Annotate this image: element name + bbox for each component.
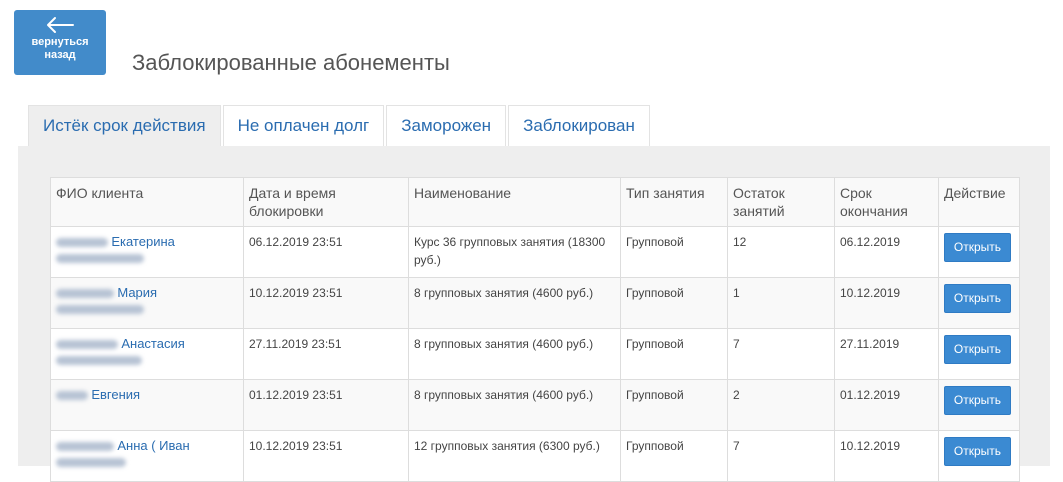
open-button[interactable]: Открыть xyxy=(944,386,1011,415)
redacted-surname xyxy=(56,289,114,299)
subscription-name-cell: Курс 36 групповых занятия (18300 руб.) xyxy=(408,226,621,278)
client-cell: Анастасия xyxy=(50,328,244,380)
blocked-at-cell: 06.12.2019 23:51 xyxy=(243,226,409,278)
column-header-remaining: Остаток занятий xyxy=(727,177,835,227)
column-header-action: Действие xyxy=(938,177,1020,227)
redacted-surname xyxy=(56,238,108,248)
table-row: Екатерина 06.12.2019 23:51 Курс 36 групп… xyxy=(50,226,1020,278)
column-header-type: Тип занятия xyxy=(620,177,728,227)
table-row: Анна ( Иван 10.12.2019 23:51 12 групповы… xyxy=(50,430,1020,482)
tab-blocked[interactable]: Заблокирован xyxy=(508,105,650,146)
client-cell: Екатерина xyxy=(50,226,244,278)
end-date-cell: 27.11.2019 xyxy=(834,328,939,380)
client-link[interactable]: Мария xyxy=(117,285,157,300)
action-cell: Открыть xyxy=(938,277,1020,329)
type-cell: Групповой xyxy=(620,430,728,482)
action-cell: Открыть xyxy=(938,430,1020,482)
blocked-at-cell: 10.12.2019 23:51 xyxy=(243,277,409,329)
redacted-patronymic xyxy=(56,254,144,263)
open-button[interactable]: Открыть xyxy=(944,233,1011,262)
open-button[interactable]: Открыть xyxy=(944,437,1011,466)
remaining-cell: 12 xyxy=(727,226,835,278)
table-row: Евгения 01.12.2019 23:51 8 групповых зан… xyxy=(50,379,1020,431)
client-link[interactable]: Екатерина xyxy=(111,234,175,249)
remaining-cell: 2 xyxy=(727,379,835,431)
page-title: Заблокированные абонементы xyxy=(132,50,450,75)
client-link[interactable]: Евгения xyxy=(91,387,140,402)
remaining-cell: 7 xyxy=(727,430,835,482)
end-date-cell: 01.12.2019 xyxy=(834,379,939,431)
open-button[interactable]: Открыть xyxy=(944,335,1011,364)
arrow-left-icon xyxy=(47,17,74,33)
tab-unpaid-debt[interactable]: Не оплачен долг xyxy=(222,105,385,146)
redacted-patronymic xyxy=(56,458,126,467)
subscription-name-cell: 8 групповых занятия (4600 руб.) xyxy=(408,277,621,329)
table-row: Мария 10.12.2019 23:51 8 групповых занят… xyxy=(50,277,1020,329)
blocked-at-cell: 01.12.2019 23:51 xyxy=(243,379,409,431)
end-date-cell: 10.12.2019 xyxy=(834,277,939,329)
redacted-surname xyxy=(56,442,114,452)
table-row: Анастасия 27.11.2019 23:51 8 групповых з… xyxy=(50,328,1020,380)
tabs-bar: Истёк срок действия Не оплачен долг Замо… xyxy=(28,105,652,146)
redacted-surname xyxy=(56,391,88,401)
back-button-label-line2: назад xyxy=(44,49,76,61)
type-cell: Групповой xyxy=(620,226,728,278)
column-header-blocked-at: Дата и время блокировки xyxy=(243,177,409,227)
subscription-name-cell: 8 групповых занятия (4600 руб.) xyxy=(408,379,621,431)
action-cell: Открыть xyxy=(938,328,1020,380)
subscription-name-cell: 8 групповых занятия (4600 руб.) xyxy=(408,328,621,380)
subscriptions-table: ФИО клиента Дата и время блокировки Наим… xyxy=(50,177,1020,482)
redacted-patronymic xyxy=(56,305,144,314)
column-header-client: ФИО клиента xyxy=(50,177,244,227)
open-button[interactable]: Открыть xyxy=(944,284,1011,313)
client-cell: Евгения xyxy=(50,379,244,431)
subscription-name-cell: 12 групповых занятия (6300 руб.) xyxy=(408,430,621,482)
end-date-cell: 10.12.2019 xyxy=(834,430,939,482)
blocked-at-cell: 10.12.2019 23:51 xyxy=(243,430,409,482)
column-header-name: Наименование xyxy=(408,177,621,227)
remaining-cell: 1 xyxy=(727,277,835,329)
action-cell: Открыть xyxy=(938,226,1020,278)
end-date-cell: 06.12.2019 xyxy=(834,226,939,278)
tab-frozen[interactable]: Заморожен xyxy=(386,105,507,146)
type-cell: Групповой xyxy=(620,277,728,329)
client-link[interactable]: Анна ( Иван xyxy=(117,438,189,453)
back-button[interactable]: вернуться назад xyxy=(14,10,106,75)
redacted-surname xyxy=(56,340,118,350)
blocked-at-cell: 27.11.2019 23:51 xyxy=(243,328,409,380)
client-cell: Мария xyxy=(50,277,244,329)
back-button-label-line1: вернуться xyxy=(31,36,89,48)
tab-expired[interactable]: Истёк срок действия xyxy=(28,105,221,146)
client-link[interactable]: Анастасия xyxy=(121,336,184,351)
column-header-end-date: Срок окончания xyxy=(834,177,939,227)
action-cell: Открыть xyxy=(938,379,1020,431)
remaining-cell: 7 xyxy=(727,328,835,380)
type-cell: Групповой xyxy=(620,379,728,431)
table-header-row: ФИО клиента Дата и время блокировки Наим… xyxy=(50,177,1020,227)
type-cell: Групповой xyxy=(620,328,728,380)
redacted-patronymic xyxy=(56,356,142,365)
client-cell: Анна ( Иван xyxy=(50,430,244,482)
